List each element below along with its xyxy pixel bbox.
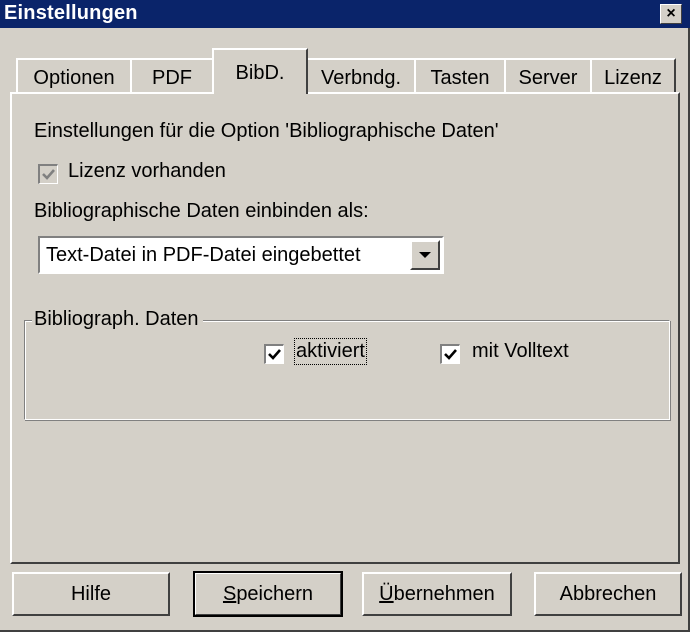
checkmark-icon — [42, 169, 55, 180]
save-button[interactable]: Speichern — [193, 571, 343, 617]
embed-format-select[interactable]: Text-Datei in PDF-Datei eingebettet — [38, 236, 444, 274]
dropdown-button[interactable] — [410, 240, 440, 270]
save-button-label: Speichern — [222, 582, 314, 605]
window-title: Einstellungen — [4, 2, 138, 24]
close-button[interactable]: × — [660, 4, 682, 24]
tab-verbndg[interactable]: Verbndg. — [306, 58, 416, 94]
tab-label: Optionen — [33, 66, 115, 89]
tab-label: BibD. — [235, 61, 285, 84]
settings-dialog: Einstellungen × Optionen PDF BibD. Verbn… — [0, 0, 690, 632]
embed-label: Bibliographische Daten einbinden als: — [34, 200, 369, 222]
tab-label: PDF — [152, 66, 192, 89]
title-bar[interactable]: Einstellungen × — [0, 0, 690, 28]
tab-label: Verbndg. — [320, 66, 402, 89]
help-button[interactable]: Hilfe — [12, 572, 170, 616]
tab-server[interactable]: Server — [504, 58, 592, 94]
license-label: Lizenz vorhanden — [68, 160, 226, 182]
tab-lizenz[interactable]: Lizenz — [590, 58, 676, 94]
tab-tasten[interactable]: Tasten — [414, 58, 506, 94]
fulltext-checkbox[interactable] — [440, 344, 460, 364]
tab-label: Server — [518, 66, 578, 89]
cancel-button-label: Abbrechen — [559, 582, 657, 605]
section-heading: Einstellungen für die Option 'Bibliograp… — [34, 120, 499, 142]
chevron-down-icon — [419, 252, 431, 258]
close-icon: × — [666, 5, 676, 22]
tab-label: Tasten — [430, 66, 490, 89]
license-checkbox — [38, 164, 58, 184]
tab-bibd[interactable]: BibD. — [212, 48, 308, 94]
help-button-label: Hilfe — [70, 582, 111, 605]
apply-button-label: Übernehmen — [379, 582, 495, 605]
cancel-button[interactable]: Abbrechen — [534, 572, 682, 616]
tab-pdf[interactable]: PDF — [130, 58, 214, 94]
tab-optionen[interactable]: Optionen — [16, 58, 132, 94]
activated-label[interactable]: aktiviert — [294, 338, 367, 365]
fulltext-label[interactable]: mit Volltext — [472, 340, 569, 363]
checkmark-icon — [268, 349, 281, 360]
checkmark-icon — [444, 349, 457, 360]
embed-format-value: Text-Datei in PDF-Datei eingebettet — [46, 244, 361, 266]
bibliographic-data-group — [24, 320, 670, 420]
apply-button[interactable]: Übernehmen — [362, 572, 512, 616]
activated-checkbox[interactable] — [264, 344, 284, 364]
group-title: Bibliograph. Daten — [32, 308, 203, 331]
tab-label: Lizenz — [604, 66, 662, 89]
